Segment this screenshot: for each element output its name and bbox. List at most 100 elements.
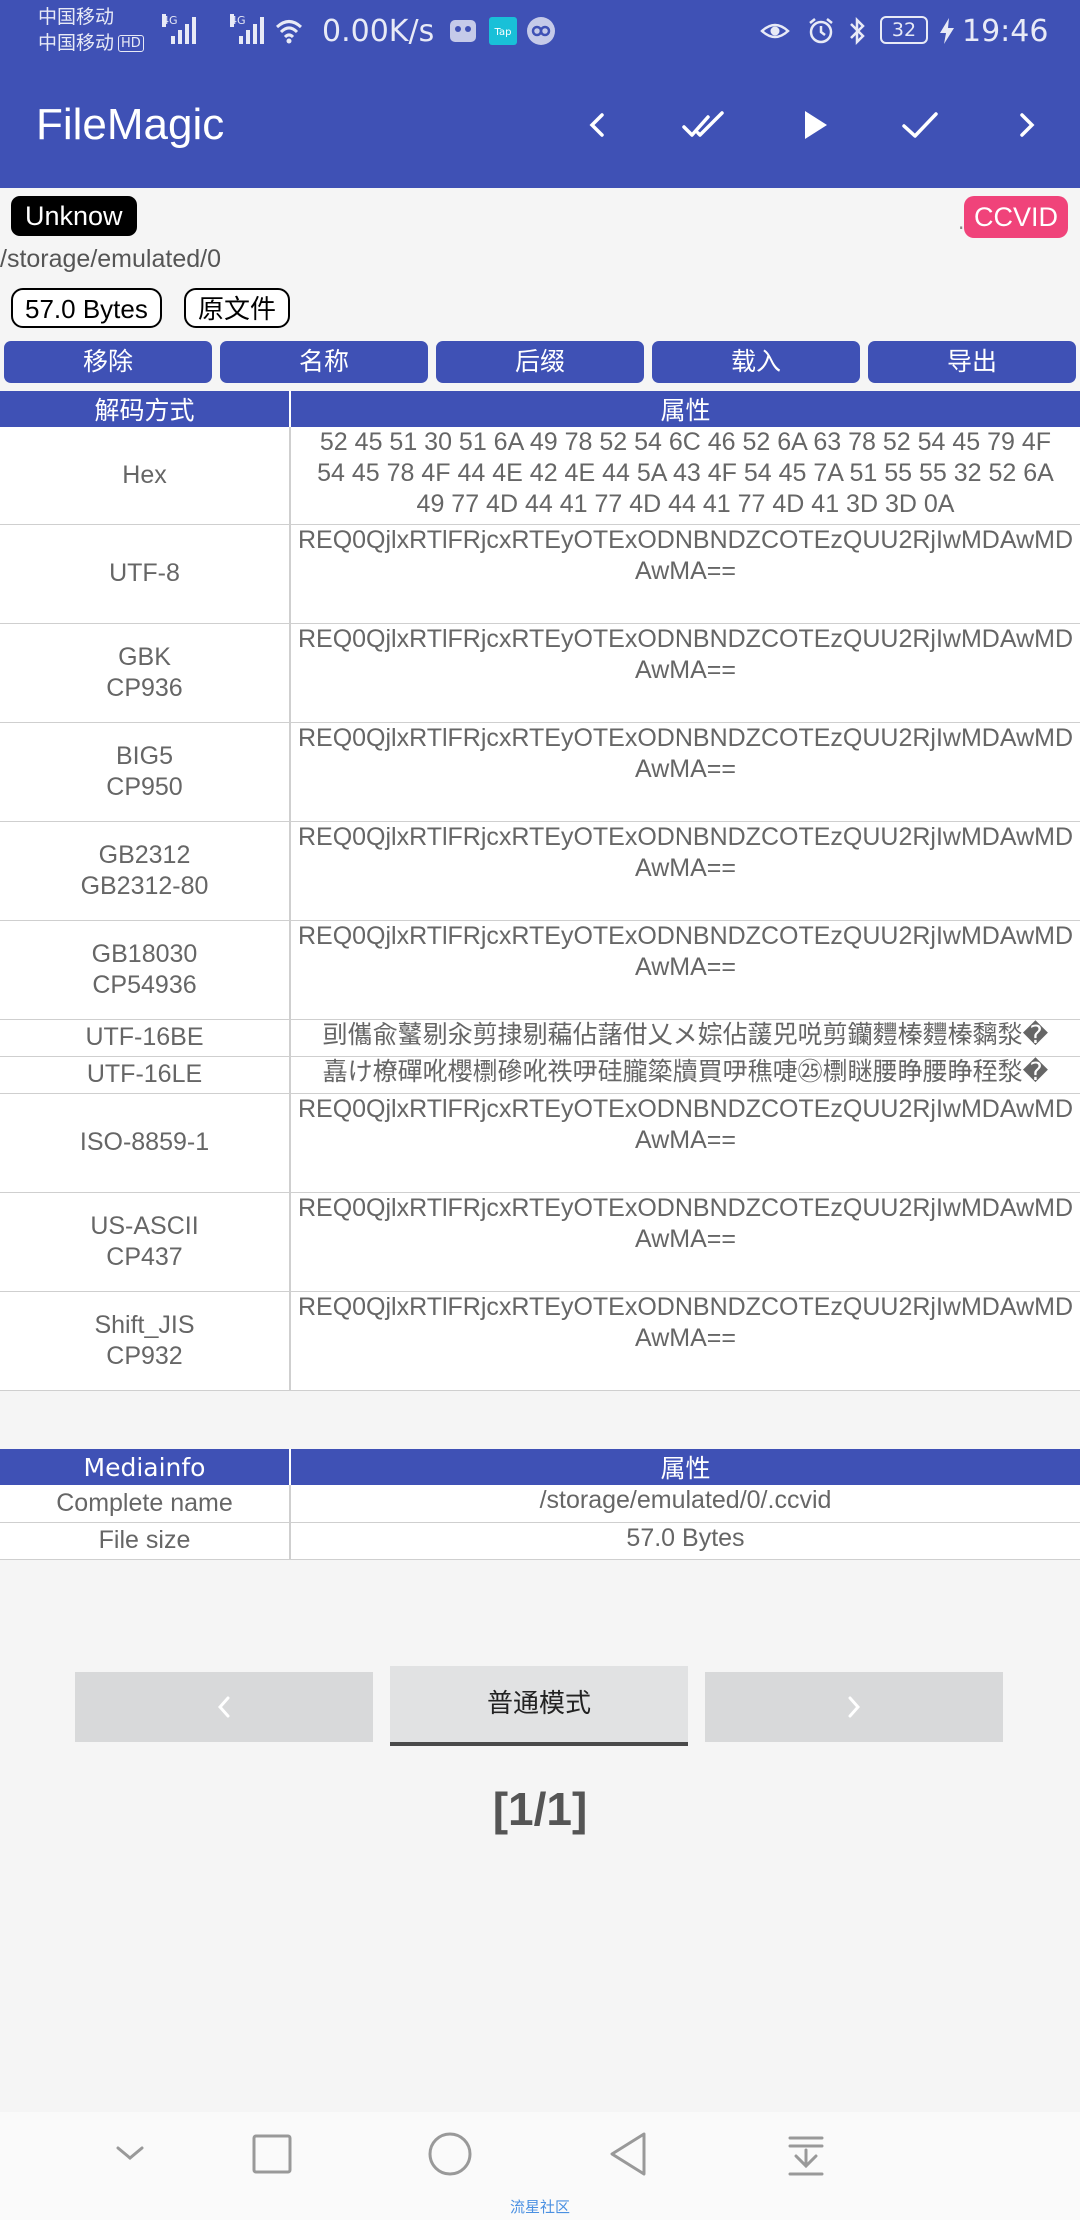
cloud-app-icon bbox=[527, 17, 555, 45]
remove-button[interactable]: 移除 bbox=[4, 341, 212, 383]
row-key: GB2312 GB2312-80 bbox=[0, 821, 291, 921]
row-value-line: /storage/emulated/0/.ccvid bbox=[539, 1486, 832, 1514]
home-icon[interactable] bbox=[420, 2124, 480, 2184]
row-value: 嚞け橑磾吪櫻檦磣吪祑吚硅朧簗牘買吚穛啑㉕檦瞇腰睁腰睁秷湬� bbox=[290, 1056, 1080, 1094]
app-bar: FileMagic bbox=[0, 62, 1080, 188]
table-row: ISO-8859-1 REQ0QjlxRTlFRjcxRTEyOTExODNBND… bbox=[0, 1093, 1080, 1193]
file-extension-badge: CCVID bbox=[964, 196, 1068, 238]
mode-button[interactable]: 普通模式 bbox=[390, 1666, 688, 1746]
row-value: 57.0 Bytes bbox=[290, 1522, 1080, 1560]
carrier-info: 中国移动 中国移动 HD bbox=[38, 4, 144, 56]
row-key-line: UTF-8 bbox=[109, 559, 180, 587]
table-row: UTF-16BE 刯儶兪鼜剔汆剪捸剔藊佔藷佄乂メ婃佔蘐兕哾剪钄麷榛麷榛黐湬� bbox=[0, 1019, 1080, 1057]
action-row: 移除 名称 后缀 载入 导出 bbox=[4, 341, 1076, 383]
carrier-2: 中国移动 bbox=[38, 32, 115, 54]
table-row: GBK CP936 REQ0QjlxRTlFRjcxRTEyOTExODNBNDZC… bbox=[0, 623, 1080, 723]
chevron-right-icon bbox=[848, 1696, 861, 1718]
confirm-button[interactable] bbox=[890, 95, 950, 155]
row-key-line: ISO-8859-1 bbox=[79, 1128, 210, 1156]
row-value-line: AwMA== bbox=[635, 1125, 736, 1154]
play-button[interactable] bbox=[784, 95, 844, 155]
media-header-info: Mediainfo bbox=[0, 1449, 291, 1485]
row-key: Hex bbox=[0, 427, 291, 525]
row-key: ISO-8859-1 bbox=[0, 1093, 291, 1193]
status-bar: 中国移动 中国移动 HD 4G 4G 0.00K/s Tap 32 19:46 bbox=[0, 0, 1080, 62]
table-row: UTF-16LE 嚞け橑磾吪櫻檦磣吪祑吚硅朧簗牘買吚穛啑㉕檦瞇腰睁腰睁秷湬� bbox=[0, 1056, 1080, 1094]
signal-1-icon: 4G bbox=[162, 14, 196, 44]
rename-button[interactable]: 名称 bbox=[220, 341, 428, 383]
row-key-line: GBK bbox=[118, 642, 171, 671]
recents-icon[interactable] bbox=[242, 2124, 302, 2184]
back-icon[interactable] bbox=[598, 2124, 658, 2184]
svg-text:Tap: Tap bbox=[494, 27, 512, 38]
suffix-button[interactable]: 后缀 bbox=[436, 341, 644, 383]
export-button[interactable]: 导出 bbox=[868, 341, 1076, 383]
row-value-line: REQ0QjlxRTlFRjcxRTEyOTExODNBNDZCOTEzQUU2… bbox=[297, 1193, 1074, 1222]
row-value-line: 嚞け橑磾吪櫻檦磣吪祑吚硅朧簗牘買吚穛啑㉕檦瞇腰睁腰睁秷湬� bbox=[322, 1057, 1049, 1086]
page-next-button[interactable] bbox=[705, 1672, 1003, 1742]
notification-pull-icon[interactable] bbox=[776, 2124, 836, 2184]
row-value: 刯儶兪鼜剔汆剪捸剔藊佔藷佄乂メ婃佔蘐兕哾剪钄麷榛麷榛黐湬� bbox=[290, 1019, 1080, 1057]
row-key-line: File size bbox=[98, 1526, 191, 1554]
media-header-attr: 属性 bbox=[290, 1449, 1080, 1485]
row-value: REQ0QjlxRTlFRjcxRTEyOTExODNBNDZCOTEzQUU2… bbox=[290, 821, 1080, 921]
gallery-app-icon bbox=[450, 20, 476, 42]
hide-nav-icon[interactable] bbox=[100, 2124, 160, 2184]
row-value: REQ0QjlxRTlFRjcxRTEyOTExODNBNDZCOTEzQUU2… bbox=[290, 1192, 1080, 1292]
check-icon bbox=[902, 112, 938, 138]
row-key: Complete name bbox=[0, 1485, 291, 1523]
row-value: /storage/emulated/0/.ccvid bbox=[290, 1485, 1080, 1523]
original-file-button[interactable]: 原文件 bbox=[184, 288, 291, 328]
decode-header-attr: 属性 bbox=[290, 391, 1080, 427]
table-row: Hex 52 45 51 30 51 6A 49 78 52 54 6C 46 5… bbox=[0, 427, 1080, 525]
previous-button[interactable] bbox=[568, 95, 628, 155]
row-value-line: AwMA== bbox=[635, 853, 736, 882]
watermark-text: 流星社区 bbox=[509, 2198, 570, 2216]
page-prev-button[interactable] bbox=[75, 1672, 373, 1742]
row-value-line: REQ0QjlxRTlFRjcxRTEyOTExODNBNDZCOTEzQUU2… bbox=[297, 822, 1074, 851]
row-value-line: REQ0QjlxRTlFRjcxRTEyOTExODNBNDZCOTEzQUU2… bbox=[297, 525, 1074, 554]
select-all-button[interactable] bbox=[674, 95, 734, 155]
row-value: REQ0QjlxRTlFRjcxRTEyOTExODNBNDZCOTEzQUU2… bbox=[290, 623, 1080, 723]
row-value-line: AwMA== bbox=[635, 1323, 736, 1352]
row-key: GB18030 CP54936 bbox=[0, 920, 291, 1020]
signal-2-icon: 4G bbox=[230, 14, 264, 44]
row-key: File size bbox=[0, 1522, 291, 1560]
decode-table: 解码方式 属性 Hex 52 45 51 30 51 6A 49 78 52 54… bbox=[0, 391, 1080, 1391]
row-value-line: REQ0QjlxRTlFRjcxRTEyOTExODNBNDZCOTEzQUU2… bbox=[297, 624, 1074, 653]
row-key: UTF-16LE bbox=[0, 1056, 291, 1094]
row-value-line: 57.0 Bytes bbox=[626, 1523, 745, 1552]
row-value-line: AwMA== bbox=[635, 952, 736, 981]
play-icon bbox=[805, 111, 827, 139]
alarm-icon bbox=[809, 18, 833, 44]
row-value-line: REQ0QjlxRTlFRjcxRTEyOTExODNBNDZCOTEzQUU2… bbox=[297, 723, 1074, 752]
row-value-line: 54 45 78 4F 44 4E 42 4E 44 5A 43 4F 54 4… bbox=[317, 459, 1054, 487]
decode-header-method: 解码方式 bbox=[0, 391, 291, 427]
bluetooth-icon bbox=[850, 16, 865, 46]
table-row: BIG5 CP950 REQ0QjlxRTlFRjcxRTEyOTExODNBNDZ… bbox=[0, 722, 1080, 822]
table-row: UTF-8 REQ0QjlxRTlFRjcxRTEyOTExODNBNDZCOTE… bbox=[0, 524, 1080, 624]
row-key: US-ASCII CP437 bbox=[0, 1192, 291, 1292]
table-row: GB18030 CP54936 REQ0QjlxRTlFRjcxRTEyOTExOD… bbox=[0, 920, 1080, 1020]
row-value: REQ0QjlxRTlFRjcxRTEyOTExODNBNDZCOTEzQUU2… bbox=[290, 524, 1080, 624]
row-value-line: AwMA== bbox=[635, 754, 736, 783]
row-key: BIG5 CP950 bbox=[0, 722, 291, 822]
load-button[interactable]: 载入 bbox=[652, 341, 860, 383]
next-button[interactable] bbox=[996, 95, 1056, 155]
row-value-line: 49 77 4D 44 41 77 4D 44 41 77 4D 41 3D 3… bbox=[416, 490, 955, 518]
network-speed: 0.00K/s bbox=[322, 14, 435, 49]
table-row: Shift_JIS CP932 REQ0QjlxRTlFRjcxRTEyOTExOD… bbox=[0, 1291, 1080, 1391]
row-value-line: AwMA== bbox=[635, 1224, 736, 1253]
charging-icon bbox=[940, 18, 954, 44]
double-check-icon bbox=[682, 111, 724, 137]
wifi-icon bbox=[275, 20, 303, 44]
row-value: REQ0QjlxRTlFRjcxRTEyOTExODNBNDZCOTEzQUU2… bbox=[290, 920, 1080, 1020]
row-value-line: 刯儶兪鼜剔汆剪捸剔藊佔藷佄乂メ婃佔蘐兕哾剪钄麷榛麷榛黐湬� bbox=[322, 1020, 1049, 1049]
row-key-line: Hex bbox=[122, 460, 167, 489]
row-key-line: US-ASCII bbox=[90, 1211, 199, 1240]
row-value: REQ0QjlxRTlFRjcxRTEyOTExODNBNDZCOTEzQUU2… bbox=[290, 1291, 1080, 1391]
row-key-line: CP950 bbox=[106, 772, 183, 801]
row-key-line: CP437 bbox=[106, 1242, 183, 1271]
row-key-line: UTF-16LE bbox=[86, 1060, 203, 1088]
taptap-app-icon: Tap bbox=[489, 17, 517, 45]
